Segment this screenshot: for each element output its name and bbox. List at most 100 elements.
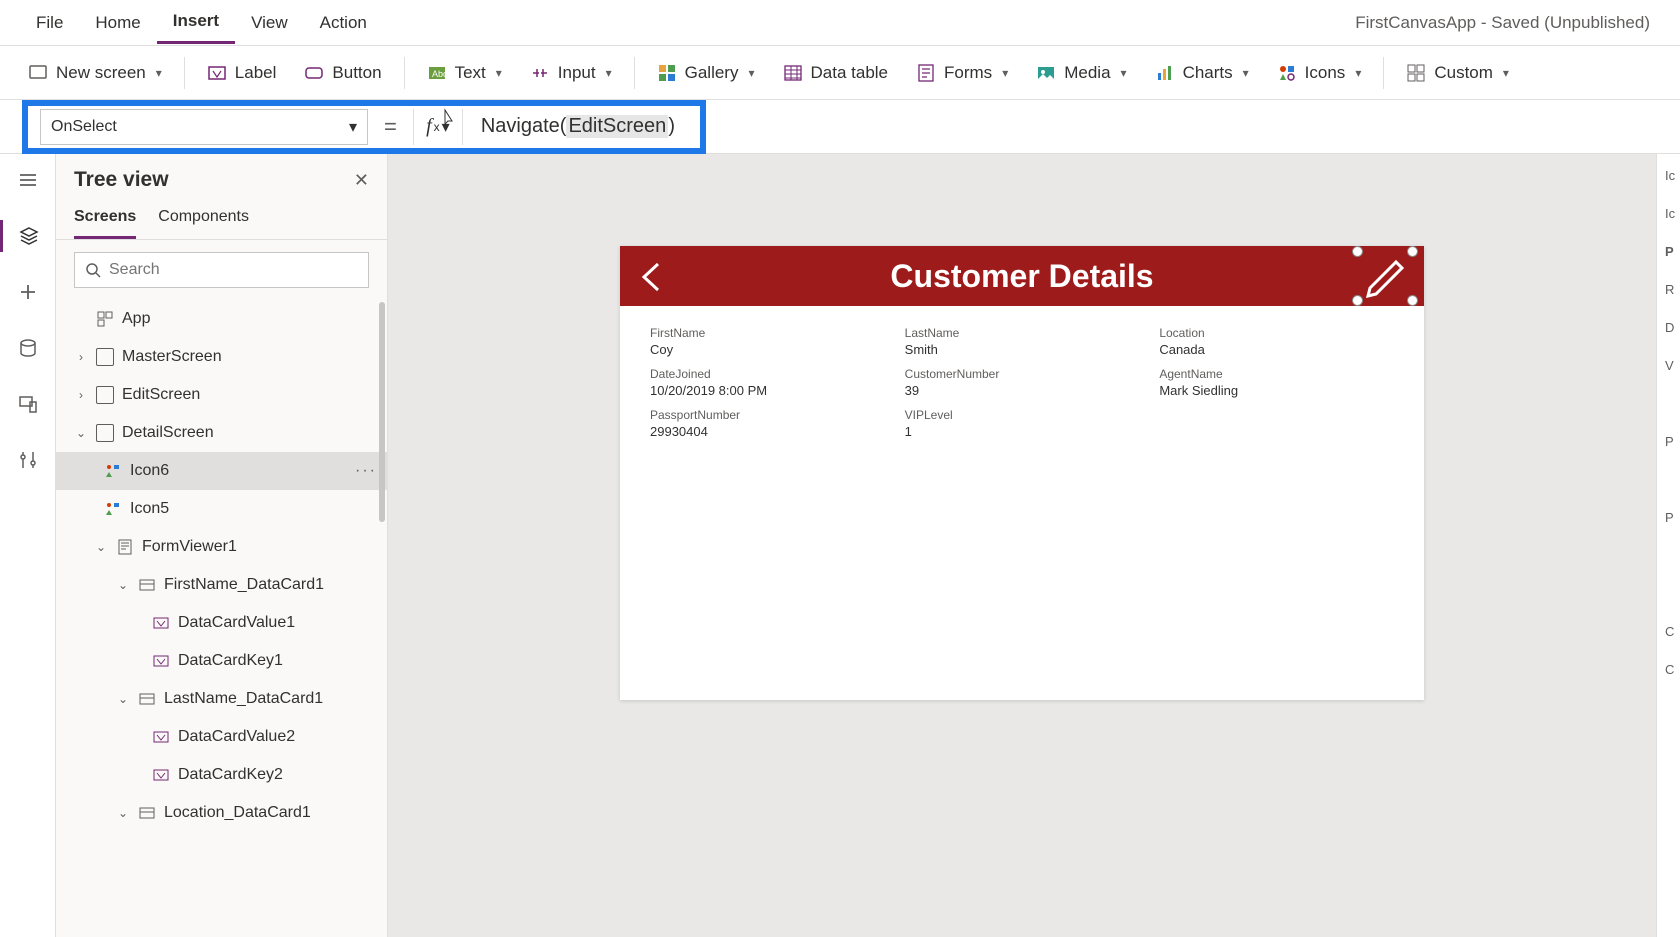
resize-handle[interactable] [1407, 246, 1418, 257]
card-firstname[interactable]: FirstNameCoy [650, 326, 885, 357]
card-agentname[interactable]: AgentNameMark Siedling [1159, 367, 1394, 398]
tree-view-button[interactable] [0, 220, 55, 252]
tree-node-editscreen[interactable]: › EditScreen [56, 376, 387, 414]
tree-node-icon5[interactable]: Icon5 [56, 490, 387, 528]
tree-search-box[interactable] [74, 252, 369, 288]
collapse-icon[interactable]: ⌄ [74, 426, 88, 440]
tree-search-input[interactable] [109, 261, 358, 279]
datacard-icon [138, 690, 156, 708]
card-location[interactable]: LocationCanada [1159, 326, 1394, 357]
tree-node-datacardvalue1[interactable]: DataCardValue1 [56, 604, 387, 642]
more-button[interactable]: ··· [355, 462, 377, 480]
layers-icon [18, 225, 40, 247]
advanced-tools-button[interactable] [12, 444, 44, 476]
input-button[interactable]: Input▾ [518, 57, 624, 89]
menu-view[interactable]: View [235, 3, 304, 43]
hamburger-button[interactable] [12, 164, 44, 196]
property-selector[interactable]: OnSelect ▾ [40, 109, 368, 145]
screen-icon [96, 386, 114, 404]
tree-node-datacardkey1[interactable]: DataCardKey1 [56, 642, 387, 680]
menu-insert[interactable]: Insert [157, 1, 235, 44]
media-panel-button[interactable] [12, 388, 44, 420]
forms-button[interactable]: Forms▾ [904, 57, 1020, 89]
input-icon [530, 63, 550, 83]
card-viplevel[interactable]: VIPLevel1 [905, 408, 1140, 439]
media-button[interactable]: Media▾ [1024, 57, 1138, 89]
new-screen-button[interactable]: New screen▾ [16, 57, 174, 89]
data-table-button[interactable]: Data table [771, 57, 901, 89]
top-menubar: File Home Insert View Action FirstCanvas… [0, 0, 1680, 46]
tree-view-title: Tree view [74, 168, 169, 192]
card-customernumber[interactable]: CustomerNumber39 [905, 367, 1140, 398]
tree-node-formviewer[interactable]: ⌄ FormViewer1 [56, 528, 387, 566]
label-icon [152, 614, 170, 632]
card-datejoined[interactable]: DateJoined10/20/2019 8:00 PM [650, 367, 885, 398]
collapse-icon[interactable]: ⌄ [94, 540, 108, 554]
tree-node-datacardvalue2[interactable]: DataCardValue2 [56, 718, 387, 756]
resize-handle[interactable] [1352, 246, 1363, 257]
resize-handle[interactable] [1407, 295, 1418, 306]
icons-button[interactable]: Icons▾ [1265, 57, 1374, 89]
chevron-down-icon: ▾ [496, 66, 502, 80]
tree-node-lastname-datacard[interactable]: ⌄ LastName_DataCard1 [56, 680, 387, 718]
button-button[interactable]: Button [292, 57, 393, 89]
card-passportnumber[interactable]: PassportNumber29930404 [650, 408, 885, 439]
prop-label: R [1665, 282, 1674, 298]
tab-screens[interactable]: Screens [74, 200, 136, 239]
scrollbar-thumb[interactable] [379, 302, 385, 522]
button-icon [304, 63, 324, 83]
prop-label: Ic [1665, 168, 1675, 184]
prop-label: P [1665, 244, 1674, 260]
cursor-icon [440, 108, 458, 130]
label-icon [152, 652, 170, 670]
close-panel-button[interactable]: ✕ [354, 170, 369, 191]
selected-edit-icon[interactable] [1356, 250, 1414, 302]
prop-label: P [1665, 510, 1674, 526]
icons-icon [1277, 63, 1297, 83]
add-button[interactable] [12, 276, 44, 308]
tree-node-firstname-datacard[interactable]: ⌄ FirstName_DataCard1 [56, 566, 387, 604]
fx-button[interactable]: fx ▾ [413, 109, 463, 145]
left-rail [0, 154, 56, 937]
tree-node-app[interactable]: App [56, 300, 387, 338]
formula-input[interactable]: Navigate(EditScreen) [475, 109, 1640, 145]
expand-icon[interactable]: › [74, 388, 88, 402]
database-icon [17, 337, 39, 359]
detail-screen-canvas[interactable]: Customer Details FirstNameCoy LastNameSm… [620, 246, 1424, 700]
menu-action[interactable]: Action [304, 3, 383, 43]
custom-button[interactable]: Custom▾ [1394, 57, 1521, 89]
charts-button[interactable]: Charts▾ [1143, 57, 1261, 89]
screen-icon [96, 348, 114, 366]
data-button[interactable] [12, 332, 44, 364]
collapse-icon[interactable]: ⌄ [116, 578, 130, 592]
menu-home[interactable]: Home [79, 3, 156, 43]
back-button[interactable] [638, 260, 666, 299]
tab-components[interactable]: Components [158, 200, 249, 239]
tree-list[interactable]: App › MasterScreen › EditScreen ⌄ Detail… [56, 300, 387, 937]
screen-header: Customer Details [620, 246, 1424, 306]
collapse-icon[interactable]: ⌄ [116, 806, 130, 820]
screen-title: Customer Details [890, 258, 1153, 295]
label-button[interactable]: Label [195, 57, 289, 89]
collapse-icon[interactable]: ⌄ [116, 692, 130, 706]
tree-node-location-datacard[interactable]: ⌄ Location_DataCard1 [56, 794, 387, 832]
form-viewer: FirstNameCoy LastNameSmith LocationCanad… [620, 306, 1424, 459]
card-lastname[interactable]: LastNameSmith [905, 326, 1140, 357]
gallery-button[interactable]: Gallery▾ [645, 57, 767, 89]
tree-node-detailscreen[interactable]: ⌄ DetailScreen [56, 414, 387, 452]
tree-node-icon6[interactable]: Icon6 ··· [56, 452, 387, 490]
tree-node-masterscreen[interactable]: › MasterScreen [56, 338, 387, 376]
resize-handle[interactable] [1352, 295, 1363, 306]
data-table-icon [783, 63, 803, 83]
properties-panel-sliver[interactable]: Ic Ic P R D V P P C C [1656, 154, 1680, 937]
canvas-area[interactable]: Customer Details FirstNameCoy LastNameSm… [388, 154, 1656, 937]
prop-label: C [1665, 624, 1674, 640]
app-icon [96, 310, 114, 328]
text-button[interactable]: Abc Text▾ [415, 57, 514, 89]
label-icon [152, 728, 170, 746]
expand-icon[interactable]: › [74, 350, 88, 364]
menu-file[interactable]: File [20, 3, 79, 43]
tree-node-datacardkey2[interactable]: DataCardKey2 [56, 756, 387, 794]
equals-sign: = [380, 114, 401, 140]
chevron-down-icon: ▾ [1121, 66, 1127, 80]
